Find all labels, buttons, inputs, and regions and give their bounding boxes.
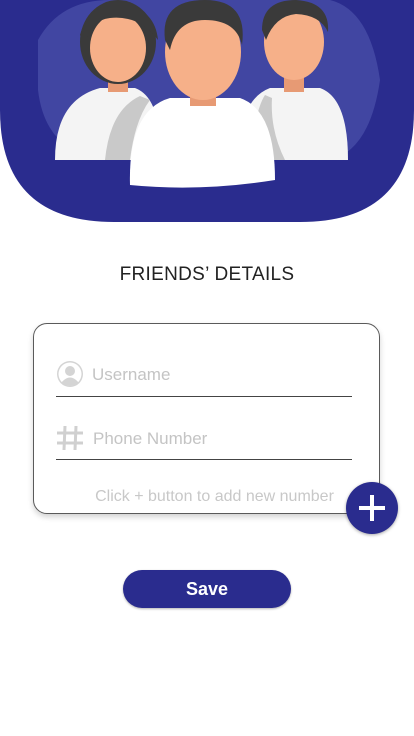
header-illustration xyxy=(0,0,414,222)
save-button[interactable]: Save xyxy=(123,570,291,608)
hash-icon xyxy=(56,424,84,452)
page-title: FRIENDS’ DETAILS xyxy=(119,264,295,285)
plus-icon xyxy=(359,495,385,521)
user-avatar-icon xyxy=(56,360,84,388)
phone-number-placeholder: Phone Number xyxy=(93,429,208,448)
username-placeholder: Username xyxy=(92,365,171,384)
phone-number-field[interactable]: Phone Number xyxy=(56,422,352,460)
add-number-hint: Click + button to add new number xyxy=(95,488,334,505)
add-number-button[interactable] xyxy=(346,482,398,534)
friend-details-card: Username Phone Number Click + button to … xyxy=(33,323,380,514)
username-field[interactable]: Username xyxy=(56,358,352,397)
